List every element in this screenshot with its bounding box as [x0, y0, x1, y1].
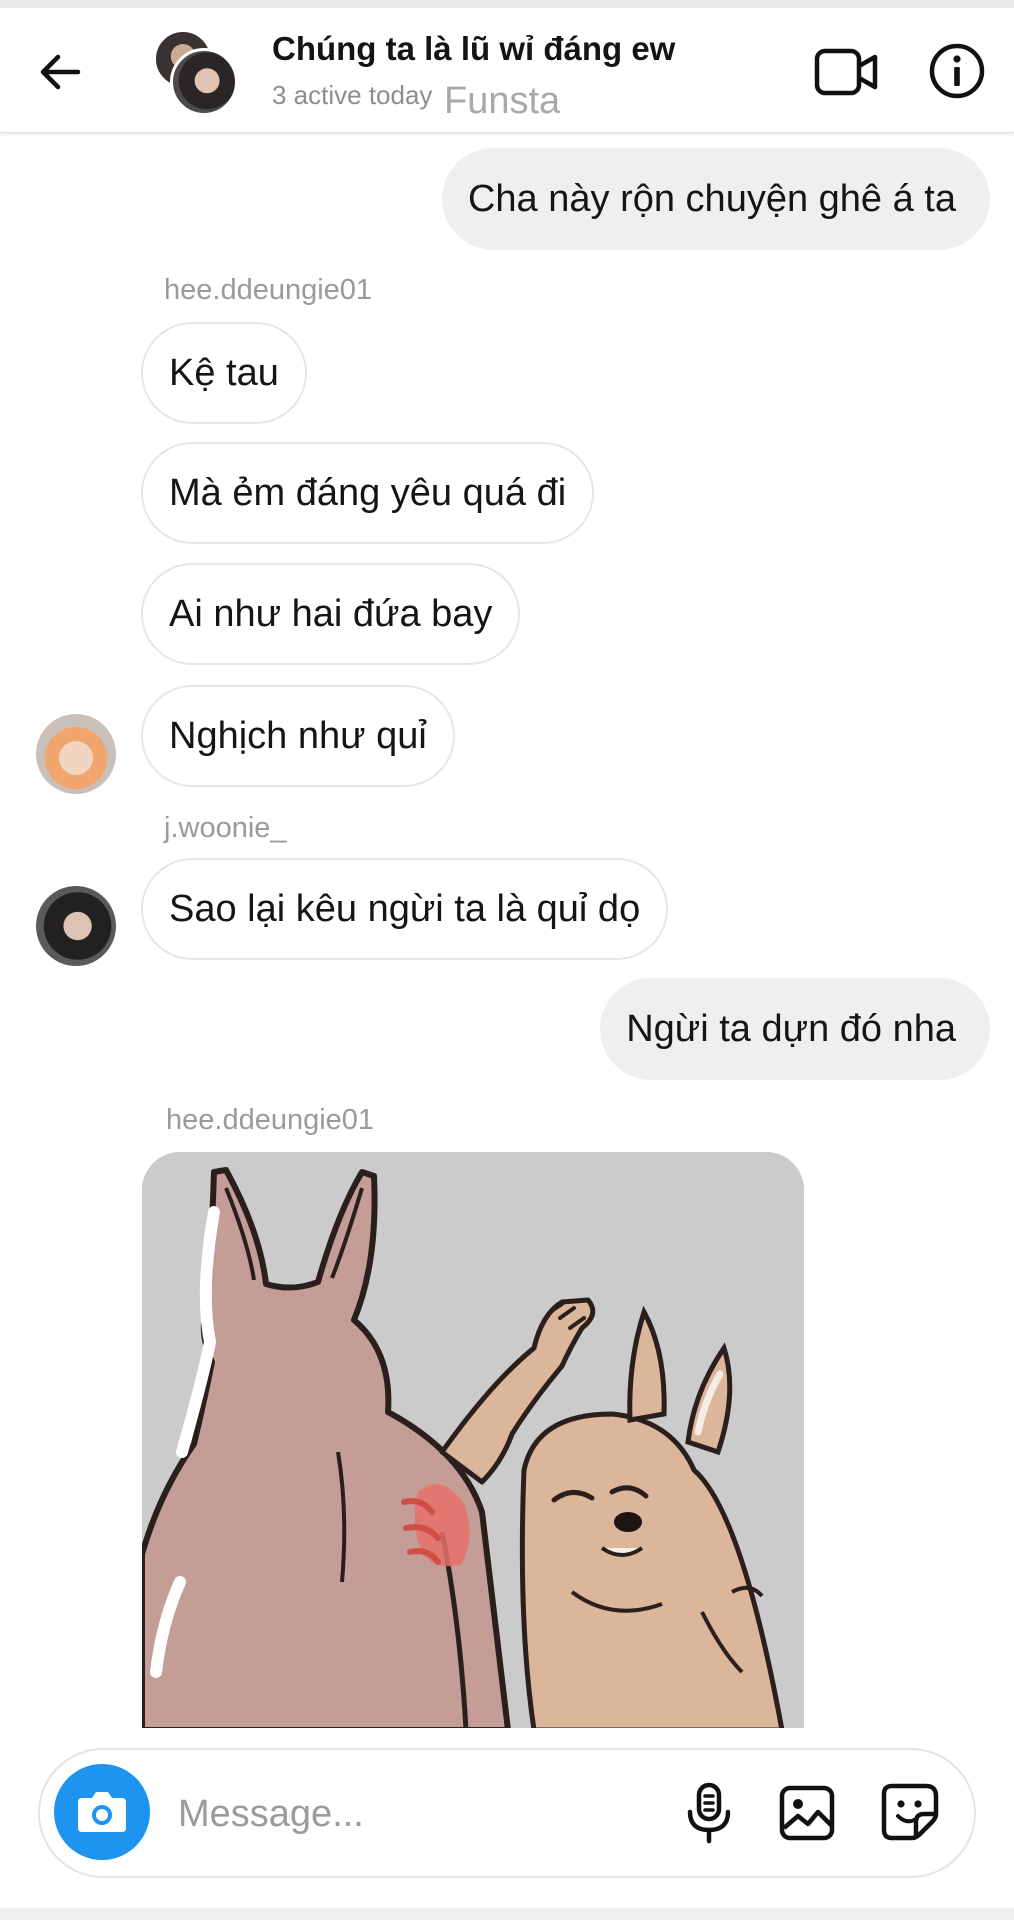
avatar[interactable] — [36, 714, 116, 794]
sticker-button[interactable] — [880, 1782, 940, 1842]
rabbit-slap-sticker[interactable] — [142, 1152, 804, 1730]
watermark-text: Funsta — [444, 80, 561, 122]
status-strip — [0, 0, 1014, 8]
incoming-message[interactable]: Sao lại kêu ngừi ta là quỉ dọ — [141, 858, 669, 960]
incoming-message[interactable]: Kệ tau — [141, 322, 307, 424]
gallery-button[interactable] — [778, 1784, 836, 1842]
sender-username: j.woonie_ — [164, 812, 287, 844]
incoming-message[interactable]: Ai như hai đứa bay — [141, 563, 521, 665]
avatar[interactable] — [36, 886, 116, 966]
info-button[interactable] — [928, 42, 986, 100]
incoming-message[interactable]: Mà ẻm đáng yêu quá đi — [141, 442, 595, 544]
sticker-illustration — [142, 1152, 804, 1730]
group-avatar[interactable] — [152, 28, 238, 116]
chat-title[interactable]: Chúng ta là lũ wỉ đáng ew — [272, 30, 675, 68]
bottom-strip — [0, 1908, 1014, 1920]
message-input[interactable] — [176, 1786, 660, 1842]
video-call-icon — [814, 48, 878, 96]
voice-message-button[interactable] — [684, 1782, 734, 1844]
outgoing-message[interactable]: Ngừi ta dựn đó nha — [600, 978, 990, 1080]
gallery-icon — [779, 1785, 835, 1841]
group-member-avatar — [170, 48, 238, 116]
sender-username: hee.ddeungie01 — [164, 274, 373, 306]
sticker-icon — [881, 1783, 939, 1841]
camera-button[interactable] — [54, 1764, 150, 1860]
microphone-icon — [687, 1782, 731, 1844]
back-button[interactable] — [34, 46, 86, 98]
video-call-button[interactable] — [814, 46, 880, 98]
incoming-message[interactable]: Nghịch như quỉ — [141, 685, 455, 787]
outgoing-message[interactable]: Cha này rộn chuyện ghê á ta — [441, 148, 990, 250]
back-arrow-icon — [40, 54, 81, 90]
sender-username: hee.ddeungie01 — [166, 1104, 375, 1136]
camera-icon — [78, 1792, 126, 1832]
info-icon — [929, 43, 985, 99]
active-status: 3 active today — [272, 80, 433, 110]
